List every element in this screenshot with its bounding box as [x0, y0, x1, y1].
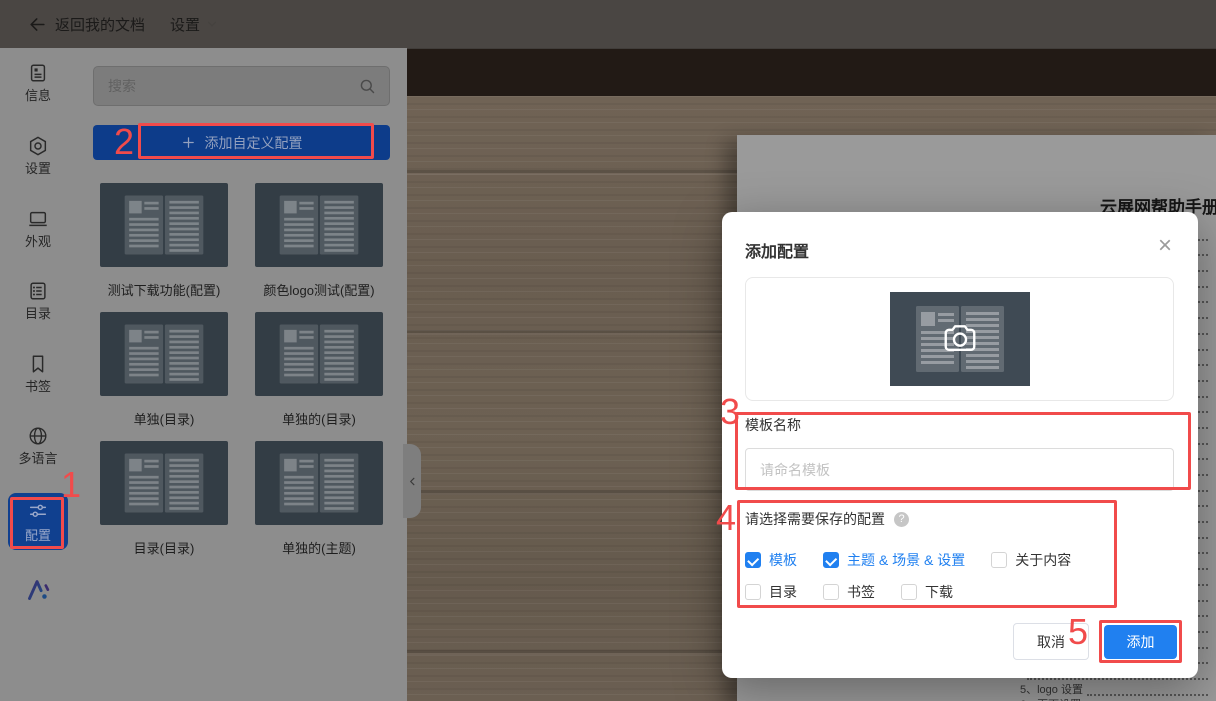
sidebar-item-appearance[interactable]: 外观	[0, 208, 76, 249]
back-to-documents-button[interactable]: 返回我的文档	[28, 0, 145, 48]
sidebar-item-label: 配置	[25, 525, 51, 544]
ai-assistant-button[interactable]	[0, 576, 76, 608]
template-thumbnail[interactable]	[100, 183, 228, 267]
checkbox-box[interactable]	[823, 584, 839, 600]
template-label: 颜色logo测试(配置)	[255, 280, 383, 299]
sidebar-item-toc[interactable]: 目录	[0, 280, 76, 321]
info-card-icon	[27, 62, 49, 84]
settings-gear-icon	[27, 135, 49, 157]
bookmark-icon	[27, 353, 49, 375]
sidebar-item-config-active[interactable]: 配置	[8, 493, 68, 550]
sidebar-item-label: 多语言	[0, 452, 76, 466]
config-thumbnail-upload[interactable]	[745, 277, 1174, 401]
checkbox-row-1: 模板 主题 & 场景 & 设置 关于内容	[745, 549, 1071, 571]
canvas-dark-edge	[407, 48, 1216, 96]
panel-collapse-handle[interactable]	[403, 444, 421, 518]
checkbox-box[interactable]	[991, 552, 1007, 568]
checkbox-template[interactable]: 模板	[745, 550, 797, 570]
checkbox-label: 书签	[847, 582, 875, 602]
save-config-section-header: 请选择需要保存的配置 ?	[745, 509, 909, 529]
sidebar-item-bookmark[interactable]: 书签	[0, 353, 76, 394]
template-label: 单独(目录)	[100, 409, 228, 428]
template-card[interactable]: 单独(目录)	[100, 312, 228, 441]
add-custom-config-button[interactable]: 添加自定义配置	[93, 125, 390, 160]
chevron-down-icon	[205, 17, 219, 31]
checkbox-label: 关于内容	[1015, 550, 1071, 570]
settings-dropdown[interactable]: 设置	[170, 0, 219, 48]
sidebar-item-language[interactable]: 多语言	[0, 425, 76, 466]
cancel-button[interactable]: 取消	[1013, 623, 1089, 660]
template-name-label: 模板名称	[745, 415, 801, 435]
template-card[interactable]: 测试下载功能(配置)	[100, 183, 228, 312]
checkbox-row-2: 目录 书签 下载	[745, 581, 953, 603]
template-thumbnail[interactable]	[255, 183, 383, 267]
sidebar-item-label: 设置	[0, 162, 76, 176]
checkbox-theme-scene-settings[interactable]: 主题 & 场景 & 设置	[823, 550, 965, 570]
template-label: 目录(目录)	[100, 538, 228, 557]
checkbox-box[interactable]	[745, 552, 761, 568]
ai-logo-icon	[25, 576, 52, 603]
checkbox-bookmark[interactable]: 书签	[823, 582, 875, 602]
sidebar-item-label: 目录	[0, 307, 76, 321]
template-card[interactable]: 目录(目录)	[100, 441, 228, 570]
template-thumbnail[interactable]	[100, 441, 228, 525]
checkbox-box[interactable]	[901, 584, 917, 600]
add-config-modal: 添加配置 × 模板名称 请选择需要保存的配置 ? 模板 主题 & 场景 & 设置…	[722, 212, 1198, 678]
left-arrow-icon	[28, 15, 47, 34]
camera-icon	[937, 320, 983, 358]
checkbox-label: 下载	[925, 582, 953, 602]
close-icon[interactable]: ×	[1158, 234, 1172, 258]
checkbox-label: 目录	[769, 582, 797, 602]
sidebar-item-settings[interactable]: 设置	[0, 135, 76, 176]
language-globe-icon	[27, 425, 49, 447]
search-icon[interactable]	[358, 77, 377, 96]
help-icon[interactable]: ?	[894, 512, 909, 527]
modal-title: 添加配置	[745, 238, 809, 262]
checkbox-label: 主题 & 场景 & 设置	[847, 550, 965, 570]
save-config-section-label: 请选择需要保存的配置	[745, 509, 885, 529]
settings-label: 设置	[170, 14, 200, 35]
checkbox-toc[interactable]: 目录	[745, 582, 797, 602]
checkbox-box[interactable]	[823, 552, 839, 568]
config-sliders-icon	[27, 500, 49, 522]
search-box[interactable]	[93, 66, 390, 106]
sidebar-item-info[interactable]: 信息	[0, 62, 76, 103]
template-label: 测试下载功能(配置)	[100, 280, 228, 299]
template-card[interactable]: 单独的(主题)	[255, 441, 383, 570]
checkbox-box[interactable]	[745, 584, 761, 600]
checkbox-download[interactable]: 下载	[901, 582, 953, 602]
back-label: 返回我的文档	[55, 14, 145, 35]
template-thumbnail[interactable]	[255, 312, 383, 396]
topbar: 返回我的文档 设置	[0, 0, 1216, 49]
template-card[interactable]: 颜色logo测试(配置)	[255, 183, 383, 312]
add-custom-config-label: 添加自定义配置	[205, 133, 303, 153]
config-panel: 添加自定义配置 测试下载功能(配置) 颜色logo测试(配置) 单独(目录) 单…	[76, 48, 407, 701]
search-input[interactable]	[94, 78, 358, 94]
plus-icon	[181, 135, 196, 150]
add-button[interactable]: 添加	[1104, 625, 1177, 659]
config-thumbnail-preview	[890, 292, 1030, 386]
template-name-input[interactable]	[745, 448, 1174, 491]
chevron-left-icon	[407, 476, 418, 487]
icon-sidebar: 信息 设置 外观 目录 书签 多语言 配置	[0, 48, 77, 701]
checkbox-label: 模板	[769, 550, 797, 570]
template-thumbnail[interactable]	[255, 441, 383, 525]
template-grid: 测试下载功能(配置) 颜色logo测试(配置) 单独(目录) 单独的(目录) 目…	[100, 183, 383, 570]
toc-row: 5、logo 设置	[737, 683, 1216, 699]
template-card[interactable]: 单独的(目录)	[255, 312, 383, 441]
checkbox-about-content[interactable]: 关于内容	[991, 550, 1071, 570]
sidebar-item-label: 外观	[0, 235, 76, 249]
template-label: 单独的(目录)	[255, 409, 383, 428]
template-label: 单独的(主题)	[255, 538, 383, 557]
template-thumbnail[interactable]	[100, 312, 228, 396]
sidebar-item-label: 书签	[0, 380, 76, 394]
toc-list-icon	[27, 280, 49, 302]
appearance-screen-icon	[27, 208, 49, 230]
sidebar-item-label: 信息	[0, 89, 76, 103]
